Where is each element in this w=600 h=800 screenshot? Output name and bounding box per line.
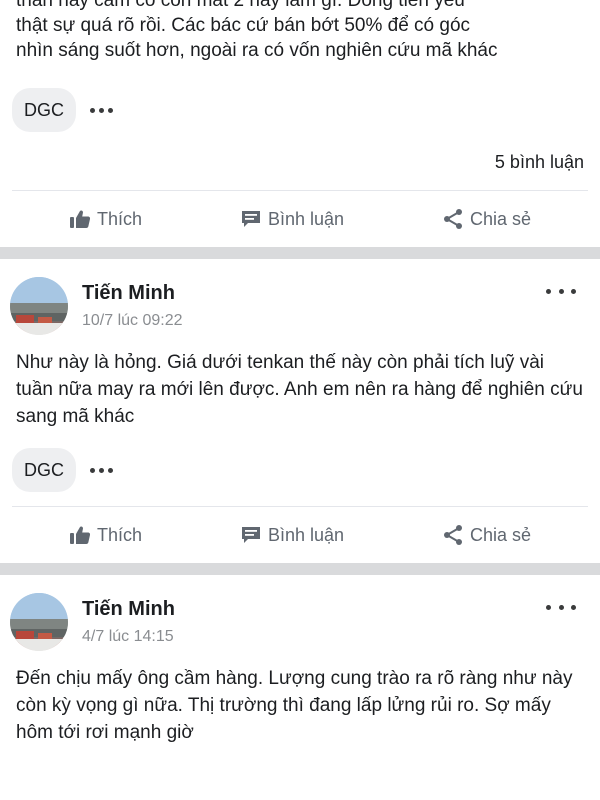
avatar[interactable] bbox=[10, 593, 68, 651]
post-text: Như này là hỏng. Giá dưới tenkan thế này… bbox=[16, 352, 583, 427]
post: thân này cầm cổ còn mất 2 năy làm gì. Dò… bbox=[0, 0, 600, 247]
tag-row: DGC bbox=[0, 430, 600, 492]
post-meta: Tiến Minh 10/7 lúc 09:22 bbox=[82, 280, 546, 332]
post-text-line: thật sự quá rõ rồi. Các bác cứ bán bớt 5… bbox=[16, 15, 471, 36]
post-text-line: thân này cầm cổ còn mất 2 năy làm gì. Dò… bbox=[16, 0, 465, 11]
like-button[interactable]: Thích bbox=[69, 209, 142, 230]
post-text: thân này cầm cổ còn mất 2 năy làm gì. Dò… bbox=[0, 0, 600, 60]
avatar[interactable] bbox=[10, 277, 68, 335]
share-icon bbox=[442, 208, 464, 230]
action-bar: Thích Bình luận Chia sẻ bbox=[0, 507, 600, 563]
like-label: Thích bbox=[96, 524, 142, 545]
tag-chip[interactable]: DGC bbox=[12, 448, 76, 492]
more-horizontal-icon[interactable] bbox=[90, 107, 113, 113]
post-time[interactable]: 4/7 lúc 14:15 bbox=[82, 626, 546, 648]
more-horizontal-icon[interactable] bbox=[546, 597, 576, 617]
action-bar: Thích Bình luận Chia sẻ bbox=[0, 191, 600, 247]
author-name[interactable]: Tiến Minh bbox=[82, 596, 546, 622]
post-text: Đến chịu mấy ông cầm hàng. Lượng cung tr… bbox=[16, 668, 573, 743]
thumbs-up-icon bbox=[69, 525, 91, 545]
comments-count[interactable]: 5 bình luận bbox=[0, 132, 600, 178]
share-button[interactable]: Chia sẻ bbox=[442, 208, 531, 230]
more-horizontal-icon[interactable] bbox=[546, 281, 576, 301]
author-name[interactable]: Tiến Minh bbox=[82, 280, 546, 306]
comment-label: Bình luận bbox=[267, 208, 345, 229]
feed-divider bbox=[0, 563, 600, 575]
speech-bubble-icon bbox=[240, 209, 262, 229]
share-label: Chia sẻ bbox=[469, 208, 531, 229]
post-time[interactable]: 10/7 lúc 09:22 bbox=[82, 310, 546, 332]
post-text-line: nhìn sáng suốt hơn, ngoài ra có vốn nghi… bbox=[16, 40, 498, 60]
share-button[interactable]: Chia sẻ bbox=[442, 524, 531, 546]
tag-row: DGC bbox=[0, 60, 600, 132]
comment-button[interactable]: Bình luận bbox=[240, 525, 344, 546]
post-header: Tiến Minh 10/7 lúc 09:22 bbox=[0, 259, 600, 337]
tag-chip[interactable]: DGC bbox=[12, 88, 76, 132]
post: Tiến Minh 4/7 lúc 14:15 Đến chịu mấy ông… bbox=[0, 575, 600, 746]
speech-bubble-icon bbox=[240, 525, 262, 545]
feed-divider bbox=[0, 247, 600, 259]
thumbs-up-icon bbox=[69, 209, 91, 229]
like-label: Thích bbox=[96, 208, 142, 229]
post-meta: Tiến Minh 4/7 lúc 14:15 bbox=[82, 596, 546, 648]
post: Tiến Minh 10/7 lúc 09:22 Như này là hỏng… bbox=[0, 259, 600, 563]
more-horizontal-icon[interactable] bbox=[90, 467, 113, 473]
post-header: Tiến Minh 4/7 lúc 14:15 bbox=[0, 575, 600, 653]
like-button[interactable]: Thích bbox=[69, 525, 142, 546]
share-icon bbox=[442, 524, 464, 546]
comment-label: Bình luận bbox=[267, 524, 345, 545]
news-feed: thân này cầm cổ còn mất 2 năy làm gì. Dò… bbox=[0, 0, 600, 746]
share-label: Chia sẻ bbox=[469, 524, 531, 545]
comment-button[interactable]: Bình luận bbox=[240, 209, 344, 230]
